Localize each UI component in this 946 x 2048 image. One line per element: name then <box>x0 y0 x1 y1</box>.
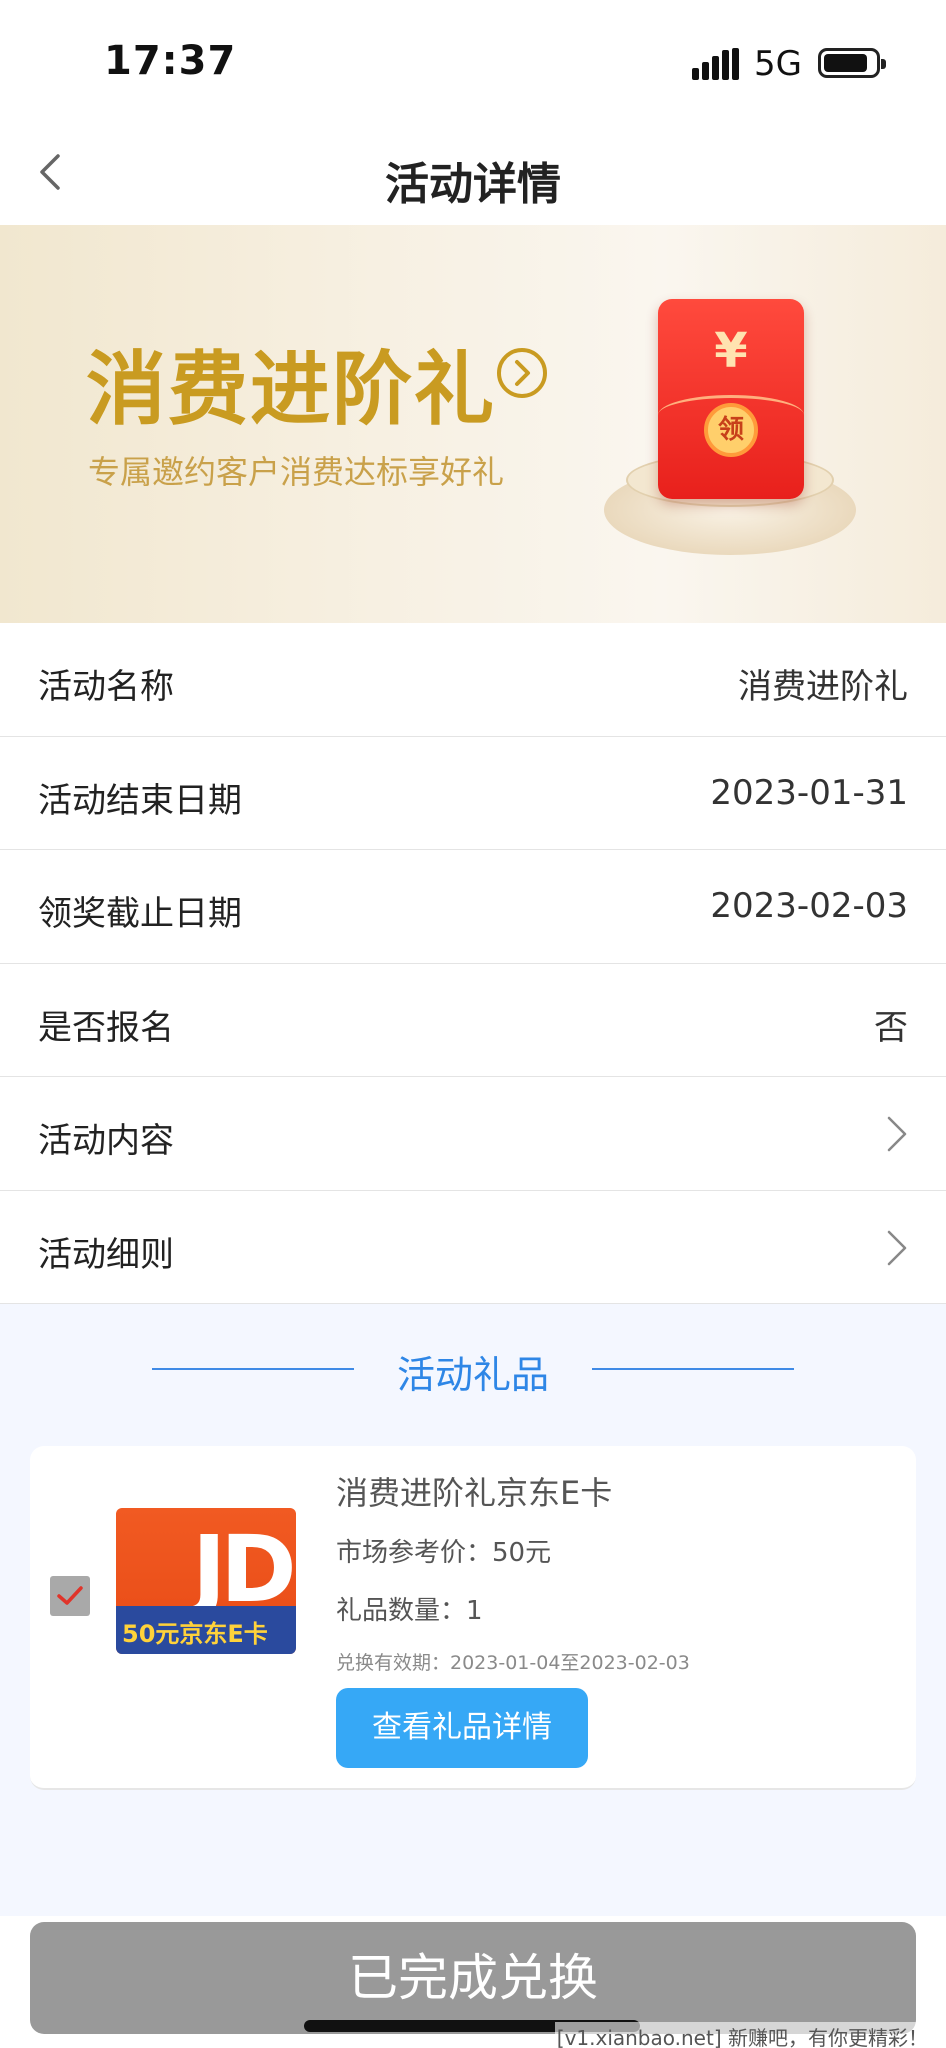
info-value: 2023-02-03 <box>710 886 908 926</box>
watermark: [v1.xianbao.net] 新赚吧，有你更精彩！ <box>554 2022 930 2048</box>
red-envelope-illustration: ¥ 领 <box>658 299 804 499</box>
divider <box>592 1368 794 1370</box>
gift-card: JD 50元京东E卡 消费进阶礼京东E卡 市场参考价：50元 礼品数量：1 兑换… <box>30 1446 916 1790</box>
jd-ecard-image: JD 50元京东E卡 <box>116 1508 296 1654</box>
banner-title: 消费进阶礼 <box>86 343 496 436</box>
info-row-end-date: 活动结束日期 2023-01-31 <box>0 736 946 850</box>
network-type: 5G <box>754 44 802 84</box>
info-row-activity-rules[interactable]: 活动细则 <box>0 1190 946 1304</box>
info-label: 活动结束日期 <box>38 780 242 821</box>
info-label: 活动内容 <box>38 1121 174 1161</box>
signal-icon <box>692 48 739 80</box>
info-row-registered: 是否报名 否 <box>0 963 946 1077</box>
check-icon <box>57 1586 83 1605</box>
gift-checkbox[interactable] <box>50 1576 90 1616</box>
info-value: 否 <box>874 1007 908 1048</box>
bottom-action-area: 已完成兑换 [v1.xianbao.net] 新赚吧，有你更精彩！ <box>0 1916 946 2048</box>
nav-bar: 活动详情 <box>0 120 946 225</box>
info-row-activity-content[interactable]: 活动内容 <box>0 1077 946 1191</box>
redeemed-button[interactable]: 已完成兑换 <box>30 1922 916 2034</box>
gift-price: 市场参考价：50元 <box>336 1538 552 1568</box>
info-value: 2023-01-31 <box>710 772 908 813</box>
yen-symbol: ¥ <box>714 323 748 379</box>
circle-arrow-right-icon <box>497 348 547 398</box>
info-value: 消费进阶礼 <box>738 667 908 707</box>
view-gift-details-button[interactable]: 查看礼品详情 <box>336 1688 588 1768</box>
info-label: 活动名称 <box>38 667 174 707</box>
info-row-claim-deadline: 领奖截止日期 2023-02-03 <box>0 850 946 964</box>
info-row-activity-name: 活动名称 消费进阶礼 <box>0 623 946 737</box>
chevron-right-icon <box>887 1230 907 1265</box>
status-bar: 17:37 5G <box>0 0 946 120</box>
page-title: 活动详情 <box>385 159 561 210</box>
info-label: 活动细则 <box>38 1234 174 1275</box>
envelope-seal: 领 <box>704 403 758 457</box>
info-label: 是否报名 <box>38 1007 174 1048</box>
gift-validity: 兑换有效期：2023-01-04至2023-02-03 <box>336 1652 690 1674</box>
battery-icon <box>818 48 886 78</box>
gift-quantity: 礼品数量：1 <box>336 1596 483 1626</box>
activity-info-list: 活动名称 消费进阶礼 活动结束日期 2023-01-31 领奖截止日期 2023… <box>0 623 946 1304</box>
card-label: 50元京东E卡 <box>122 1620 268 1648</box>
gift-name: 消费进阶礼京东E卡 <box>336 1474 613 1512</box>
status-time: 17:37 <box>104 38 237 84</box>
activity-banner[interactable]: 消费进阶礼 专属邀约客户消费达标享好礼 ¥ 领 <box>0 225 946 623</box>
gift-section-heading: 活动礼品 <box>396 1353 549 1397</box>
banner-subtitle: 专属邀约客户消费达标享好礼 <box>88 453 505 491</box>
gift-section: 活动礼品 JD 50元京东E卡 消费进阶礼京东E卡 市场参考价：50元 礼品数量… <box>0 1304 946 1916</box>
info-label: 领奖截止日期 <box>38 894 242 934</box>
chevron-right-icon <box>887 1116 907 1152</box>
